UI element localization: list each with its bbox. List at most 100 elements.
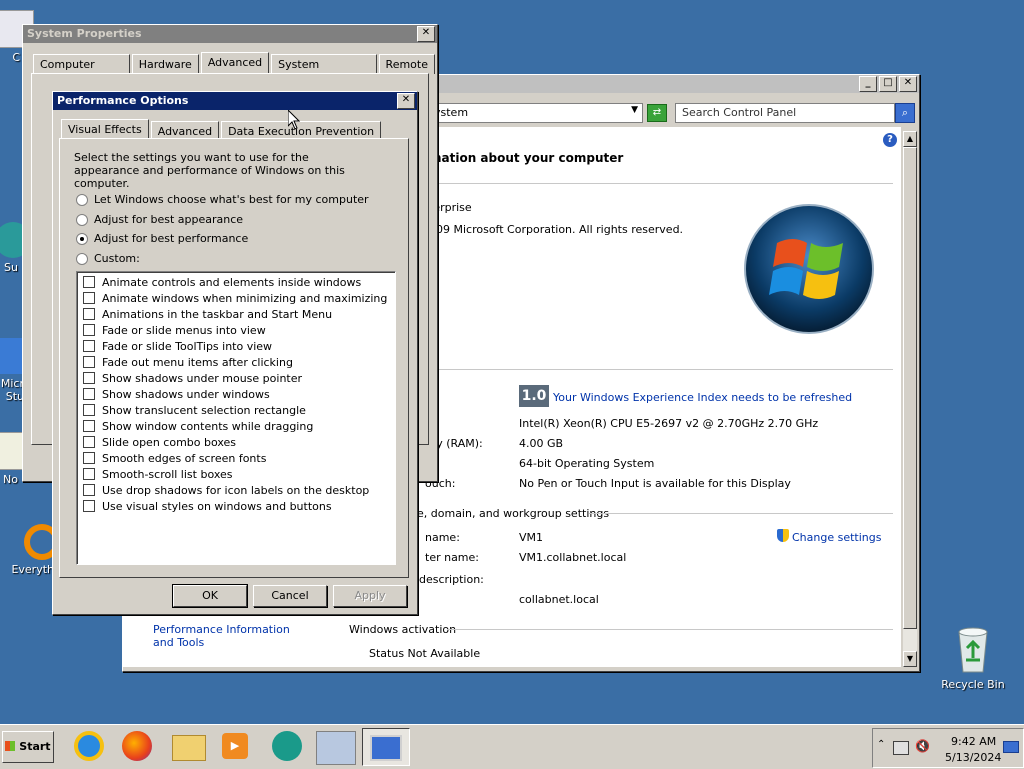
system-properties-titlebar[interactable]: System Properties ✕ <box>23 25 437 43</box>
apply-button[interactable]: Apply <box>333 585 407 607</box>
close-button[interactable]: ✕ <box>899 76 917 92</box>
tab-system-protection[interactable]: System Protection <box>271 54 377 86</box>
checkbox[interactable] <box>83 420 95 432</box>
tab-remote[interactable]: Remote <box>378 54 435 74</box>
recycle-bin-icon <box>958 627 988 673</box>
radio-button[interactable] <box>76 193 88 206</box>
radio-let-windows-choose[interactable]: Let Windows choose what's best for my co… <box>76 193 369 206</box>
effect-option[interactable]: Fade or slide menus into view <box>77 322 395 338</box>
checkbox[interactable] <box>83 324 95 336</box>
minimize-button[interactable]: _ <box>859 76 877 92</box>
cancel-button[interactable]: Cancel <box>253 585 327 607</box>
radio-button[interactable] <box>76 213 88 226</box>
effect-label: Show translucent selection rectangle <box>102 403 306 417</box>
clock-date[interactable]: 5/13/2024 <box>945 751 1001 764</box>
radio-button-selected[interactable] <box>76 232 88 245</box>
volume-muted-icon[interactable]: 🔇 <box>915 739 930 753</box>
chevron-up-icon[interactable]: ⌃ <box>877 739 885 750</box>
effect-option[interactable]: Smooth edges of screen fonts <box>77 450 395 466</box>
effect-option[interactable]: Show shadows under windows <box>77 386 395 402</box>
wei-badge[interactable]: 1.0 <box>519 385 549 407</box>
effect-option[interactable]: Fade out menu items after clicking <box>77 354 395 370</box>
effect-option[interactable]: Animations in the taskbar and Start Menu <box>77 306 395 322</box>
effect-option[interactable]: Show shadows under mouse pointer <box>77 370 395 386</box>
ok-button[interactable]: OK <box>172 584 248 608</box>
checkbox[interactable] <box>83 452 95 464</box>
checkbox[interactable] <box>83 372 95 384</box>
search-input[interactable]: Search Control Panel <box>675 103 895 123</box>
checkbox[interactable] <box>83 404 95 416</box>
network-icon[interactable] <box>893 741 909 755</box>
maximize-button[interactable]: □ <box>879 76 897 92</box>
checkbox[interactable] <box>83 500 95 512</box>
close-button[interactable]: ✕ <box>417 26 435 42</box>
effect-option[interactable]: Fade or slide ToolTips into view <box>77 338 395 354</box>
radio-button[interactable] <box>76 252 88 265</box>
ie-icon[interactable] <box>74 731 104 761</box>
effect-label: Smooth-scroll list boxes <box>102 467 233 481</box>
scroll-up-button[interactable]: ▲ <box>903 131 917 147</box>
tab-computer-name[interactable]: Computer Name <box>33 54 130 86</box>
change-settings-link[interactable]: Change settings <box>792 531 881 544</box>
tab-hardware[interactable]: Hardware <box>131 54 199 74</box>
scroll-down-button[interactable]: ▼ <box>903 651 917 667</box>
performance-options-dialog[interactable]: Performance Options ✕ Visual Effects Adv… <box>52 91 418 615</box>
checkbox[interactable] <box>83 340 95 352</box>
effect-label: Animate windows when minimizing and maxi… <box>102 291 388 305</box>
control-panel-taskbar-icon[interactable] <box>316 731 356 765</box>
wei-link[interactable]: Your Windows Experience Index needs to b… <box>553 391 852 404</box>
address-bar[interactable]: ystem ▼ <box>423 103 643 123</box>
effect-option[interactable]: Show translucent selection rectangle <box>77 402 395 418</box>
close-button[interactable]: ✕ <box>397 93 415 109</box>
performance-options-titlebar[interactable]: Performance Options ✕ <box>53 92 417 110</box>
recycle-bin[interactable]: Recycle Bin <box>938 624 1008 691</box>
domain-section-title: e, domain, and workgroup settings <box>417 507 610 520</box>
performance-info-link[interactable]: Performance Information and Tools <box>153 623 313 649</box>
help-icon[interactable]: ? <box>883 133 897 147</box>
checkbox[interactable] <box>83 356 95 368</box>
checkbox[interactable] <box>83 388 95 400</box>
effect-option[interactable]: Slide open combo boxes <box>77 434 395 450</box>
checkbox[interactable] <box>83 308 95 320</box>
effect-label: Fade out menu items after clicking <box>102 355 293 369</box>
checkbox[interactable] <box>83 468 95 480</box>
effect-option[interactable]: Use drop shadows for icon labels on the … <box>77 482 395 498</box>
effect-option[interactable]: Animate windows when minimizing and maxi… <box>77 290 395 306</box>
effect-option[interactable]: Use visual styles on windows and buttons <box>77 498 395 514</box>
pen-value: No Pen or Touch Input is available for t… <box>519 477 791 490</box>
radio-custom[interactable]: Custom: <box>76 252 140 265</box>
checkbox[interactable] <box>83 276 95 288</box>
effect-label: Fade or slide ToolTips into view <box>102 339 273 353</box>
computer-icon <box>370 735 402 761</box>
visual-effects-list[interactable]: Animate controls and elements inside win… <box>76 271 396 565</box>
refresh-button[interactable]: ⇄ <box>647 104 667 122</box>
clock-time[interactable]: 9:42 AM <box>951 735 996 748</box>
start-button[interactable]: Start <box>2 731 54 763</box>
effect-label: Animate controls and elements inside win… <box>102 275 362 289</box>
chevron-down-icon[interactable]: ▼ <box>631 105 638 115</box>
effect-option[interactable]: Animate controls and elements inside win… <box>77 274 395 290</box>
computer-name-label: name: <box>425 531 460 544</box>
firefox-icon[interactable] <box>122 731 152 761</box>
effect-label: Slide open combo boxes <box>102 435 237 449</box>
media-player-icon[interactable]: ▶ <box>222 733 248 759</box>
search-icon[interactable]: ⌕ <box>895 103 915 123</box>
effect-option[interactable]: Show window contents while dragging <box>77 418 395 434</box>
checkbox[interactable] <box>83 484 95 496</box>
chat-app-icon[interactable] <box>272 731 302 761</box>
visual-effects-panel: Select the settings you want to use for … <box>59 138 409 578</box>
checkbox[interactable] <box>83 292 95 304</box>
effect-option[interactable]: Smooth-scroll list boxes <box>77 466 395 482</box>
system-properties-taskbar-button[interactable] <box>362 728 410 766</box>
show-desktop-icon[interactable] <box>1003 741 1019 753</box>
scroll-thumb[interactable] <box>903 147 917 629</box>
system-tray: ⌃ 🔇 9:42 AM 5/13/2024 <box>872 728 1024 768</box>
radio-best-appearance[interactable]: Adjust for best appearance <box>76 213 243 226</box>
tab-advanced[interactable]: Advanced <box>200 52 270 74</box>
radio-best-performance[interactable]: Adjust for best performance <box>76 232 248 245</box>
description-label: description: <box>419 573 484 586</box>
checkbox[interactable] <box>83 436 95 448</box>
effect-label: Show shadows under mouse pointer <box>102 371 303 385</box>
vertical-scrollbar[interactable]: ▲ ▼ <box>903 131 917 667</box>
file-explorer-icon[interactable] <box>172 735 206 761</box>
